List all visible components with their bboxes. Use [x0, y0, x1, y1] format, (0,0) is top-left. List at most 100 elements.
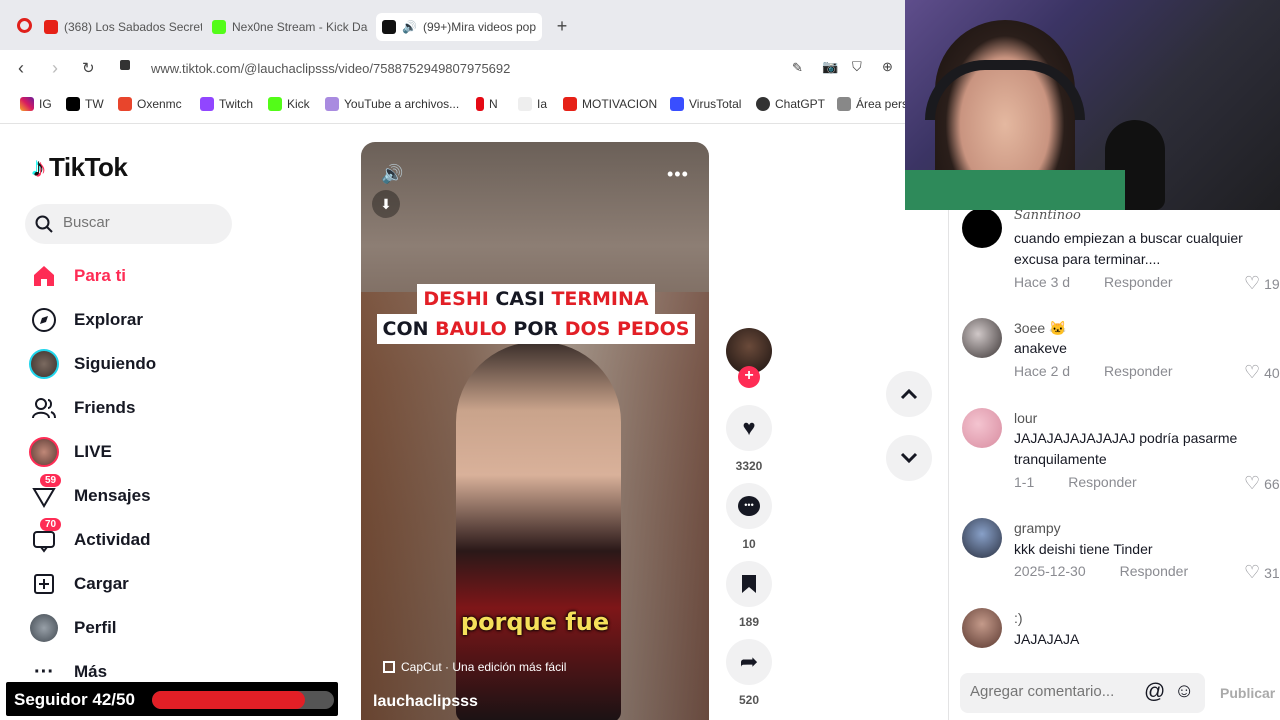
nav-mensajes[interactable]: 59 Mensajes — [28, 474, 151, 512]
avatar[interactable] — [962, 318, 1002, 358]
follow-plus-icon[interactable]: + — [738, 366, 760, 388]
reply-button[interactable]: Responder — [1104, 274, 1173, 290]
comment-username[interactable]: 3oee 🐱 — [1014, 320, 1066, 337]
lock-icon — [120, 60, 130, 70]
tiktok-logo[interactable]: ♪ TikTok — [32, 152, 128, 183]
vpn-icon[interactable]: ⊕ — [882, 59, 893, 75]
reload-icon[interactable]: ↻ — [82, 59, 95, 77]
kick-icon — [212, 20, 226, 34]
comment-username[interactable]: grampy — [1014, 520, 1061, 536]
save-count: 189 — [738, 615, 760, 629]
volume-icon[interactable]: 🔊 — [381, 164, 403, 185]
mention-icon[interactable]: @ — [1144, 680, 1165, 704]
nav-live[interactable]: LIVE — [28, 436, 112, 468]
reply-button[interactable]: Responder — [1068, 474, 1137, 490]
edit-icon[interactable]: ✎ — [792, 60, 803, 76]
camera-icon[interactable]: 📷 — [822, 59, 838, 75]
reply-button[interactable]: Responder — [1120, 563, 1189, 579]
comment-like[interactable]: ♡ 66 — [1244, 473, 1280, 494]
avatar[interactable] — [962, 608, 1002, 648]
activity-badge: 70 — [40, 518, 62, 531]
caption-line-1: DESHI CASI TERMINA — [417, 284, 655, 314]
comment-username[interactable]: :) — [1014, 610, 1023, 626]
bookmark-netflix[interactable]: N — [476, 97, 498, 111]
share-button[interactable]: ➦ 520 — [726, 639, 772, 707]
post-comment-button[interactable]: Publicar — [1220, 685, 1275, 701]
nav-siguiendo[interactable]: Siguiendo — [28, 348, 156, 380]
heart-outline-icon: ♡ — [1244, 362, 1261, 382]
comment-text: cuando empiezan a buscar cualquier excus… — [1014, 230, 1243, 267]
friends-icon — [28, 392, 60, 424]
video-author[interactable]: lauchaclipsss — [373, 693, 478, 711]
comment-input[interactable] — [970, 683, 1140, 700]
emoji-icon[interactable]: ☺ — [1174, 680, 1194, 703]
forward-icon[interactable]: › — [52, 58, 58, 79]
search-input[interactable] — [63, 214, 223, 231]
chatgpt-icon — [756, 97, 770, 111]
shield-icon[interactable]: ⛉ — [852, 59, 862, 75]
speaker-icon[interactable]: 🔊 — [402, 20, 417, 34]
browser-tab-kick[interactable]: Nex0ne Stream - Kick Das — [212, 13, 368, 41]
more-options-icon[interactable]: ••• — [667, 164, 689, 185]
save-button[interactable]: 189 — [726, 561, 772, 629]
comment-meta: 1-1 Responder — [1014, 474, 1137, 490]
nav-perfil[interactable]: Perfil — [28, 612, 117, 644]
video-subtitle: porque fue — [460, 608, 610, 636]
comment-item: :) JAJAJAJA — [962, 608, 1280, 658]
download-icon[interactable]: ⬇ — [372, 190, 400, 218]
search-box[interactable] — [25, 204, 232, 244]
bookmark-chatgpt[interactable]: ChatGPT — [756, 97, 825, 111]
next-video-button[interactable] — [886, 435, 932, 481]
bookmark-area[interactable]: Área pers — [837, 97, 908, 111]
opera-logo-icon[interactable] — [17, 18, 32, 33]
avatar[interactable] — [962, 408, 1002, 448]
nav-actividad[interactable]: 70 Actividad — [28, 518, 151, 556]
ia-icon — [518, 97, 532, 111]
new-tab-button[interactable]: + — [552, 16, 572, 36]
bookmark-oxenmc[interactable]: Oxenmc — [118, 97, 182, 111]
bookmark-ig[interactable]: IG — [20, 97, 52, 111]
bookmark-twitch[interactable]: Twitch — [200, 97, 253, 111]
bookmark-virustotal[interactable]: VirusTotal — [670, 97, 741, 111]
capcut-tag[interactable]: CapCut · Una edición más fácil — [383, 660, 566, 674]
youtube-icon — [563, 97, 577, 111]
twitch-icon — [200, 97, 214, 111]
comment-text: JAJAJAJAJAJAJAJ podría pasarme tranquila… — [1014, 430, 1238, 467]
comment-text: JAJAJAJA — [1014, 631, 1080, 647]
compass-icon — [28, 304, 60, 336]
bookmark-kick[interactable]: Kick — [268, 97, 310, 111]
bookmark-youtube-archivos[interactable]: YouTube a archivos... — [325, 97, 459, 111]
nav-friends[interactable]: Friends — [28, 392, 135, 424]
avatar[interactable] — [962, 518, 1002, 558]
author-avatar[interactable]: + — [726, 328, 772, 388]
url-field[interactable]: www.tiktok.com/@lauchaclipsss/video/7588… — [151, 61, 510, 76]
comment-like[interactable]: ♡ 40 — [1244, 362, 1280, 383]
comment-input-box[interactable]: @ ☺ — [960, 673, 1205, 713]
previous-video-button[interactable] — [886, 371, 932, 417]
nav-explorar[interactable]: Explorar — [28, 304, 143, 336]
comment-like[interactable]: ♡191 — [1244, 273, 1280, 294]
comment-button[interactable]: ••• 10 — [726, 483, 772, 551]
bookmark-ia[interactable]: Ia — [518, 97, 547, 111]
comment-username[interactable]: lour — [1014, 410, 1037, 426]
nav-para-ti[interactable]: Para ti — [28, 260, 126, 292]
nav-cargar[interactable]: Cargar — [28, 568, 129, 600]
video-player[interactable]: 🔊 ⬇ ••• DESHI CASI TERMINA CON BAULO POR… — [361, 142, 709, 720]
comment-username[interactable]: Sanntinoo — [1014, 208, 1081, 223]
browser-tab-tiktok[interactable]: 🔊 (99+)Mira videos pop — [376, 13, 542, 41]
browser-tab-youtube[interactable]: (368) Los Sabados Secreto — [44, 13, 202, 41]
comment-time: 2025-12-30 — [1014, 563, 1086, 579]
back-icon[interactable]: ‹ — [18, 58, 24, 79]
bookmark-tw[interactable]: TW — [66, 97, 104, 111]
avatar[interactable] — [962, 208, 1002, 248]
like-count: 3320 — [735, 459, 763, 473]
folder-icon — [837, 97, 851, 111]
comment-like[interactable]: ♡ 31 — [1244, 562, 1280, 583]
reply-button[interactable]: Responder — [1104, 363, 1173, 379]
chevron-down-icon — [900, 452, 918, 464]
bookmark-motivacion[interactable]: MOTIVACION — [563, 97, 657, 111]
search-icon — [35, 215, 53, 233]
like-button[interactable]: ♥ 3320 — [726, 405, 772, 473]
profile-icon — [28, 612, 60, 644]
chevron-up-icon — [900, 388, 918, 400]
